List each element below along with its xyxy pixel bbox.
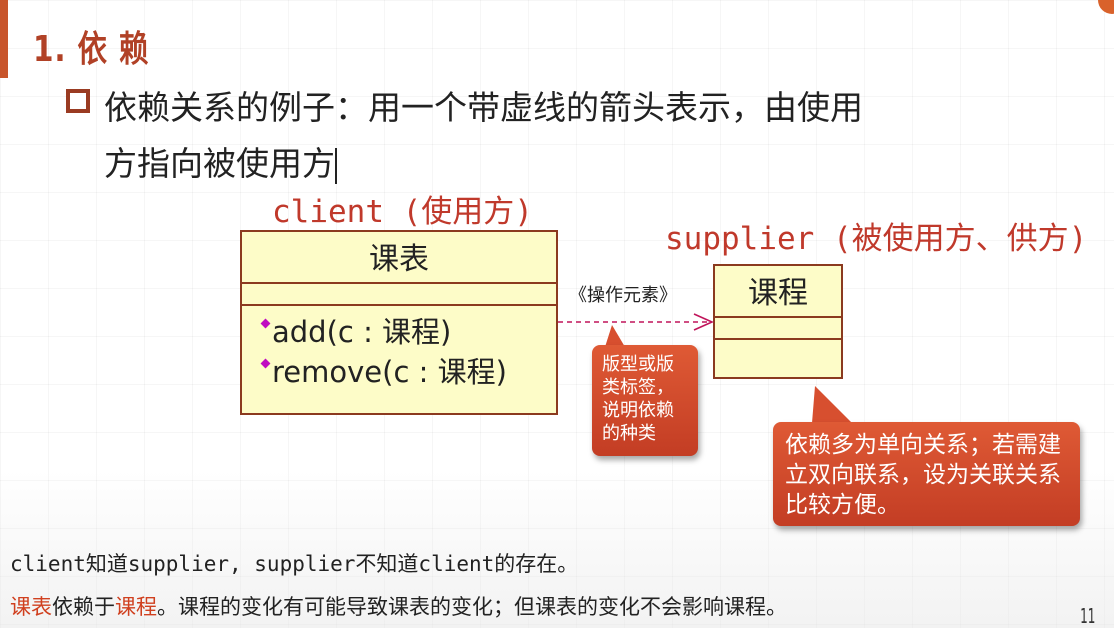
- note-highlight-course-table: 课表: [10, 595, 52, 619]
- note-line-2: 课表依赖于课程。课程的变化有可能导致课表的变化；但课表的变化不会影响课程。: [10, 591, 787, 621]
- note-depends-on: 依赖于: [52, 595, 115, 619]
- dependency-arrow: [558, 313, 852, 423]
- stereotype-callout: 版型或版类标签，说明依赖的种类: [592, 345, 698, 456]
- note-explanation: 。课程的变化有可能导致课表的变化；但课表的变化不会影响课程。: [157, 595, 787, 619]
- callout-stereotype-pointer: [605, 325, 625, 347]
- page-number: 11: [1080, 604, 1096, 628]
- note-line-1: client知道supplier, supplier不知道client的存在。: [10, 552, 579, 576]
- direction-callout: 依赖多为单向关系；若需建立双向联系，设为关联关系比较方便。: [773, 422, 1080, 526]
- callout-direction-pointer: [812, 386, 852, 423]
- note-highlight-course: 课程: [115, 595, 157, 619]
